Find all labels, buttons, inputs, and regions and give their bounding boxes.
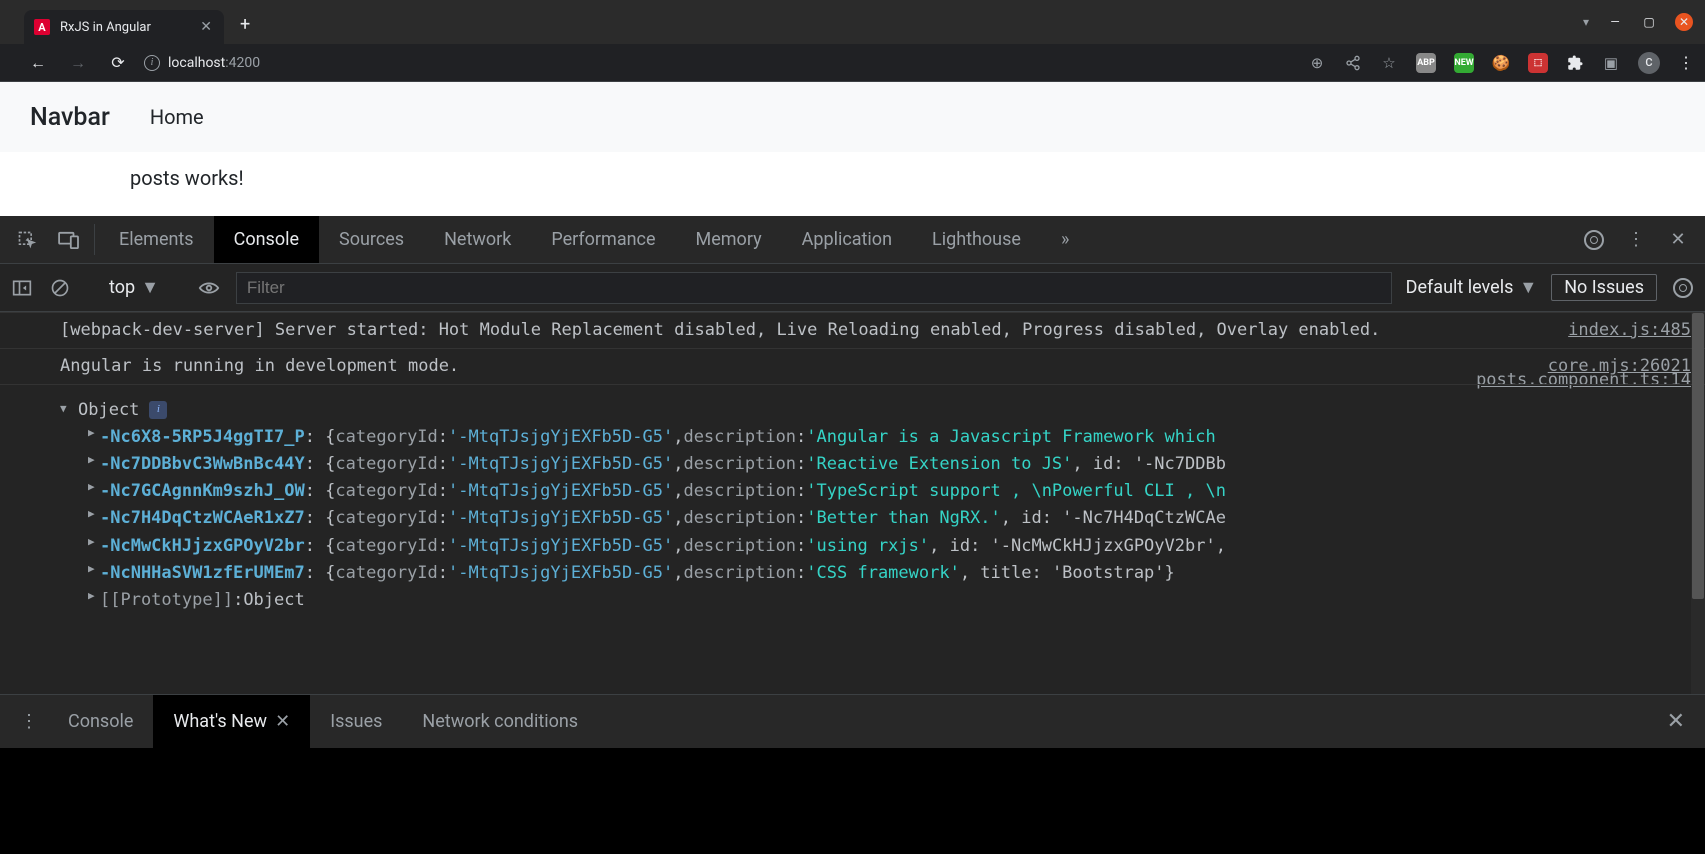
nav-forward-button[interactable]: →: [64, 49, 92, 77]
devtools-tab-elements[interactable]: Elements: [99, 216, 214, 263]
console-clear-icon[interactable]: [48, 274, 72, 302]
nav-reload-button[interactable]: ⟳: [104, 49, 132, 76]
device-toolbar-icon[interactable]: [48, 216, 90, 263]
site-info-icon[interactable]: i: [144, 55, 160, 71]
console-log-row: Angular is running in development mode.c…: [0, 349, 1705, 385]
devtools-tab-bar: ElementsConsoleSourcesNetworkPerformance…: [0, 216, 1705, 264]
console-context-selector[interactable]: top ▼: [109, 277, 159, 298]
object-entry-row[interactable]: ▶ -Nc7GCAgnnKm9szhJ_OW: {categoryId: '-M…: [88, 478, 1691, 505]
url-port: :4200: [225, 55, 260, 71]
nav-back-button[interactable]: ←: [24, 49, 52, 77]
inspect-element-icon[interactable]: [6, 216, 48, 263]
browser-tab[interactable]: A RxJS in Angular ✕: [24, 10, 224, 44]
page-content: posts works!: [0, 152, 1705, 204]
navbar-home-link[interactable]: Home: [150, 105, 204, 129]
drawer-tab-what-s-new[interactable]: What's New ✕: [153, 695, 310, 748]
console-sidebar-toggle-icon[interactable]: [10, 275, 34, 301]
console-levels-dropdown[interactable]: Default levels ▼: [1406, 277, 1538, 298]
console-toolbar: top ▼ Default levels ▼ No Issues: [0, 264, 1705, 312]
object-key: -NcMwCkHJjzxGPOyV2br: [100, 533, 305, 560]
app-navbar: Navbar Home: [0, 82, 1705, 152]
navbar-brand[interactable]: Navbar: [30, 103, 110, 132]
caret-right-icon[interactable]: ▶: [88, 478, 100, 505]
log-message: Angular is running in development mode.: [60, 353, 1528, 380]
drawer-close-icon[interactable]: ✕: [1657, 709, 1695, 734]
window-close-button[interactable]: ✕: [1675, 13, 1693, 31]
log-source-link[interactable]: core.mjs:26021: [1528, 353, 1691, 380]
browser-menu-button[interactable]: ⋮: [1678, 53, 1695, 72]
devtools-settings-icon[interactable]: [1573, 230, 1615, 250]
console-filter-input[interactable]: [236, 272, 1392, 304]
console-object-log: posts.component.ts:14 ▼ Object i ▶ -Nc6X…: [0, 385, 1705, 624]
object-label: Object: [78, 397, 139, 424]
extension-new-icon[interactable]: NEW: [1454, 53, 1474, 73]
profile-avatar[interactable]: C: [1638, 52, 1660, 74]
devtools-close-icon[interactable]: ✕: [1657, 229, 1699, 250]
devtools-panel: ElementsConsoleSourcesNetworkPerformance…: [0, 216, 1705, 748]
log-message: [webpack-dev-server] Server started: Hot…: [60, 317, 1548, 344]
devtools-tab-network[interactable]: Network: [424, 216, 531, 263]
object-key: -NcNHHaSVW1zfErUMEm7: [100, 560, 305, 587]
object-expand-caret[interactable]: ▼: [60, 400, 72, 418]
log-source-link[interactable]: index.js:485: [1548, 317, 1691, 344]
object-entry-row[interactable]: ▶ -Nc7DDBbvC3WwBnBc44Y: {categoryId: '-M…: [88, 451, 1691, 478]
browser-address-bar: ← → ⟳ i localhost:4200 ⊕ ☆ ABP NEW 🍪 ⬚ ▣…: [0, 44, 1705, 82]
caret-right-icon[interactable]: ▶: [88, 533, 100, 560]
extension-cookie-icon[interactable]: 🍪: [1492, 54, 1510, 72]
console-issues-button[interactable]: No Issues: [1551, 274, 1657, 301]
angular-favicon: A: [34, 19, 50, 35]
devtools-tab-application[interactable]: Application: [782, 216, 912, 263]
devtools-tab-performance[interactable]: Performance: [531, 216, 675, 263]
console-output[interactable]: [webpack-dev-server] Server started: Hot…: [0, 312, 1705, 694]
page-viewport: Navbar Home posts works!: [0, 82, 1705, 216]
object-info-icon[interactable]: i: [149, 401, 167, 419]
console-log-row: [webpack-dev-server] Server started: Hot…: [0, 313, 1705, 349]
zoom-icon[interactable]: ⊕: [1308, 54, 1326, 72]
devtools-drawer: ⋮ ConsoleWhat's New ✕IssuesNetwork condi…: [0, 694, 1705, 748]
object-key: -Nc7GCAgnnKm9szhJ_OW: [100, 478, 305, 505]
devtools-menu-icon[interactable]: ⋮: [1615, 229, 1657, 250]
drawer-menu-icon[interactable]: ⋮: [10, 711, 48, 732]
window-maximize-button[interactable]: ▢: [1641, 14, 1657, 30]
tab-close-icon[interactable]: ✕: [200, 19, 212, 35]
caret-right-icon[interactable]: ▶: [88, 587, 100, 614]
devtools-tab-lighthouse[interactable]: Lighthouse: [912, 216, 1041, 263]
tab-search-icon[interactable]: ▾: [1583, 15, 1589, 29]
extension-abp-icon[interactable]: ABP: [1416, 53, 1436, 73]
caret-right-icon[interactable]: ▶: [88, 424, 100, 451]
extension-red-icon[interactable]: ⬚: [1528, 53, 1548, 73]
browser-titlebar: A RxJS in Angular ✕ + ▾ — ▢ ✕: [0, 0, 1705, 44]
object-key: -Nc7DDBbvC3WwBnBc44Y: [100, 451, 305, 478]
share-icon[interactable]: [1344, 54, 1362, 72]
devtools-tab-sources[interactable]: Sources: [319, 216, 424, 263]
caret-right-icon[interactable]: ▶: [88, 451, 100, 478]
devtools-more-tabs-icon[interactable]: »: [1041, 216, 1089, 263]
devtools-tab-memory[interactable]: Memory: [676, 216, 782, 263]
object-entry-row[interactable]: ▶ -NcMwCkHJjzxGPOyV2br: {categoryId: '-M…: [88, 533, 1691, 560]
caret-right-icon[interactable]: ▶: [88, 505, 100, 532]
drawer-tab-issues[interactable]: Issues: [310, 695, 402, 748]
drawer-tab-console[interactable]: Console: [48, 695, 153, 748]
sidepanel-icon[interactable]: ▣: [1602, 54, 1620, 72]
extensions-puzzle-icon[interactable]: [1566, 54, 1584, 72]
close-icon[interactable]: ✕: [275, 711, 290, 732]
object-prototype-row[interactable]: ▶ [[Prototype]]: Object: [88, 587, 1691, 614]
object-entry-row[interactable]: ▶ -Nc7H4DqCtzWCAeR1xZ7: {categoryId: '-M…: [88, 505, 1691, 532]
console-settings-icon[interactable]: [1671, 274, 1695, 302]
tab-title: RxJS in Angular: [60, 20, 151, 35]
console-scrollbar[interactable]: [1691, 313, 1705, 694]
url-box[interactable]: i localhost:4200: [144, 55, 260, 71]
window-minimize-button[interactable]: —: [1607, 14, 1623, 30]
url-host: localhost: [168, 55, 225, 71]
devtools-tab-console[interactable]: Console: [214, 216, 319, 263]
object-entry-row[interactable]: ▶ -Nc6X8-5RP5J4ggTI7_P: {categoryId: '-M…: [88, 424, 1691, 451]
object-key: -Nc6X8-5RP5J4ggTI7_P: [100, 424, 305, 451]
object-key: -Nc7H4DqCtzWCAeR1xZ7: [100, 505, 305, 532]
new-tab-button[interactable]: +: [232, 10, 258, 39]
caret-right-icon[interactable]: ▶: [88, 560, 100, 587]
console-live-expression-icon[interactable]: [196, 276, 222, 300]
object-entry-row[interactable]: ▶ -NcNHHaSVW1zfErUMEm7: {categoryId: '-M…: [88, 560, 1691, 587]
drawer-tab-network-conditions[interactable]: Network conditions: [402, 695, 598, 748]
bookmark-star-icon[interactable]: ☆: [1380, 54, 1398, 72]
